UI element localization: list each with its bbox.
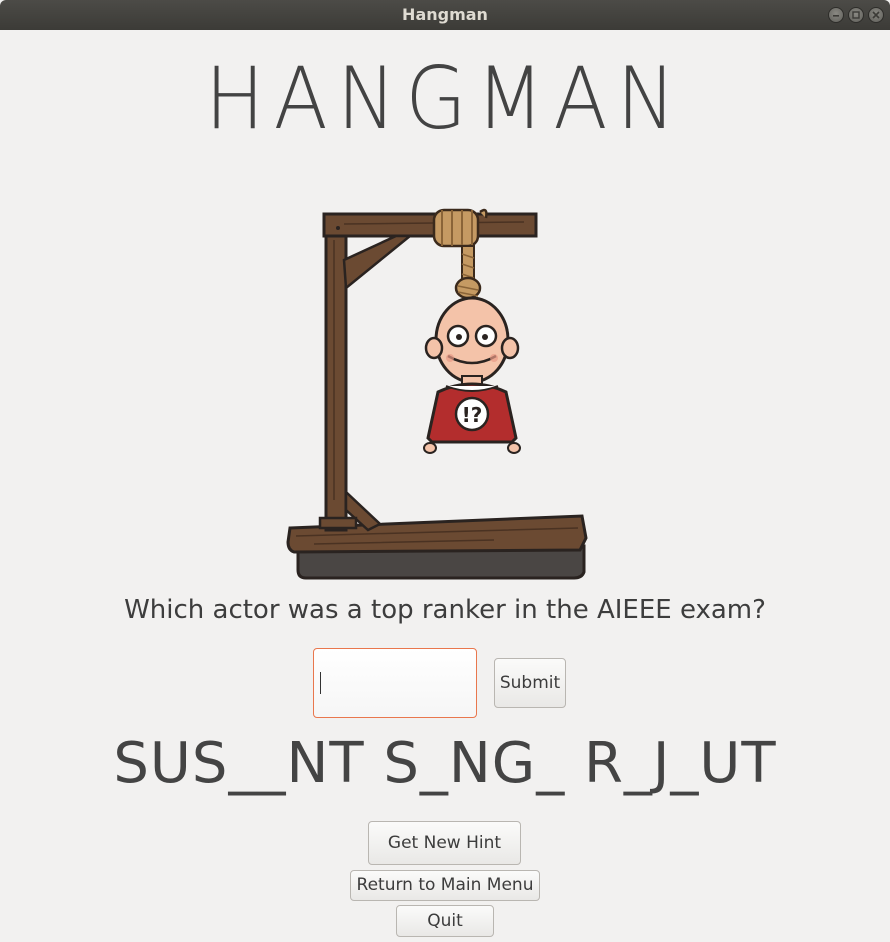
shirt-symbol: !? [462,403,483,427]
hangman-head [424,296,520,384]
hangman-body: !? [423,375,521,454]
window-title: Hangman [402,5,488,24]
close-icon[interactable] [868,7,884,23]
answer-input[interactable] [313,648,477,718]
puzzle-word: SUS__NT S_NG_ R_J_UT [113,731,777,796]
submit-button[interactable]: Submit [494,658,566,708]
question-text: Which actor was a top ranker in the AIEE… [124,595,766,625]
get-new-hint-button[interactable]: Get New Hint [368,821,521,865]
game-title: HANGMAN [204,49,686,149]
minimize-icon[interactable] [828,7,844,23]
gallows-beam [322,212,538,291]
window-titlebar: Hangman [0,0,890,30]
noose-rope [432,208,488,300]
text-cursor [320,672,321,694]
hangman-illustration: !? [286,208,588,580]
quit-button[interactable]: Quit [396,905,494,937]
maximize-icon[interactable] [848,7,864,23]
return-to-main-menu-button[interactable]: Return to Main Menu [350,870,540,901]
